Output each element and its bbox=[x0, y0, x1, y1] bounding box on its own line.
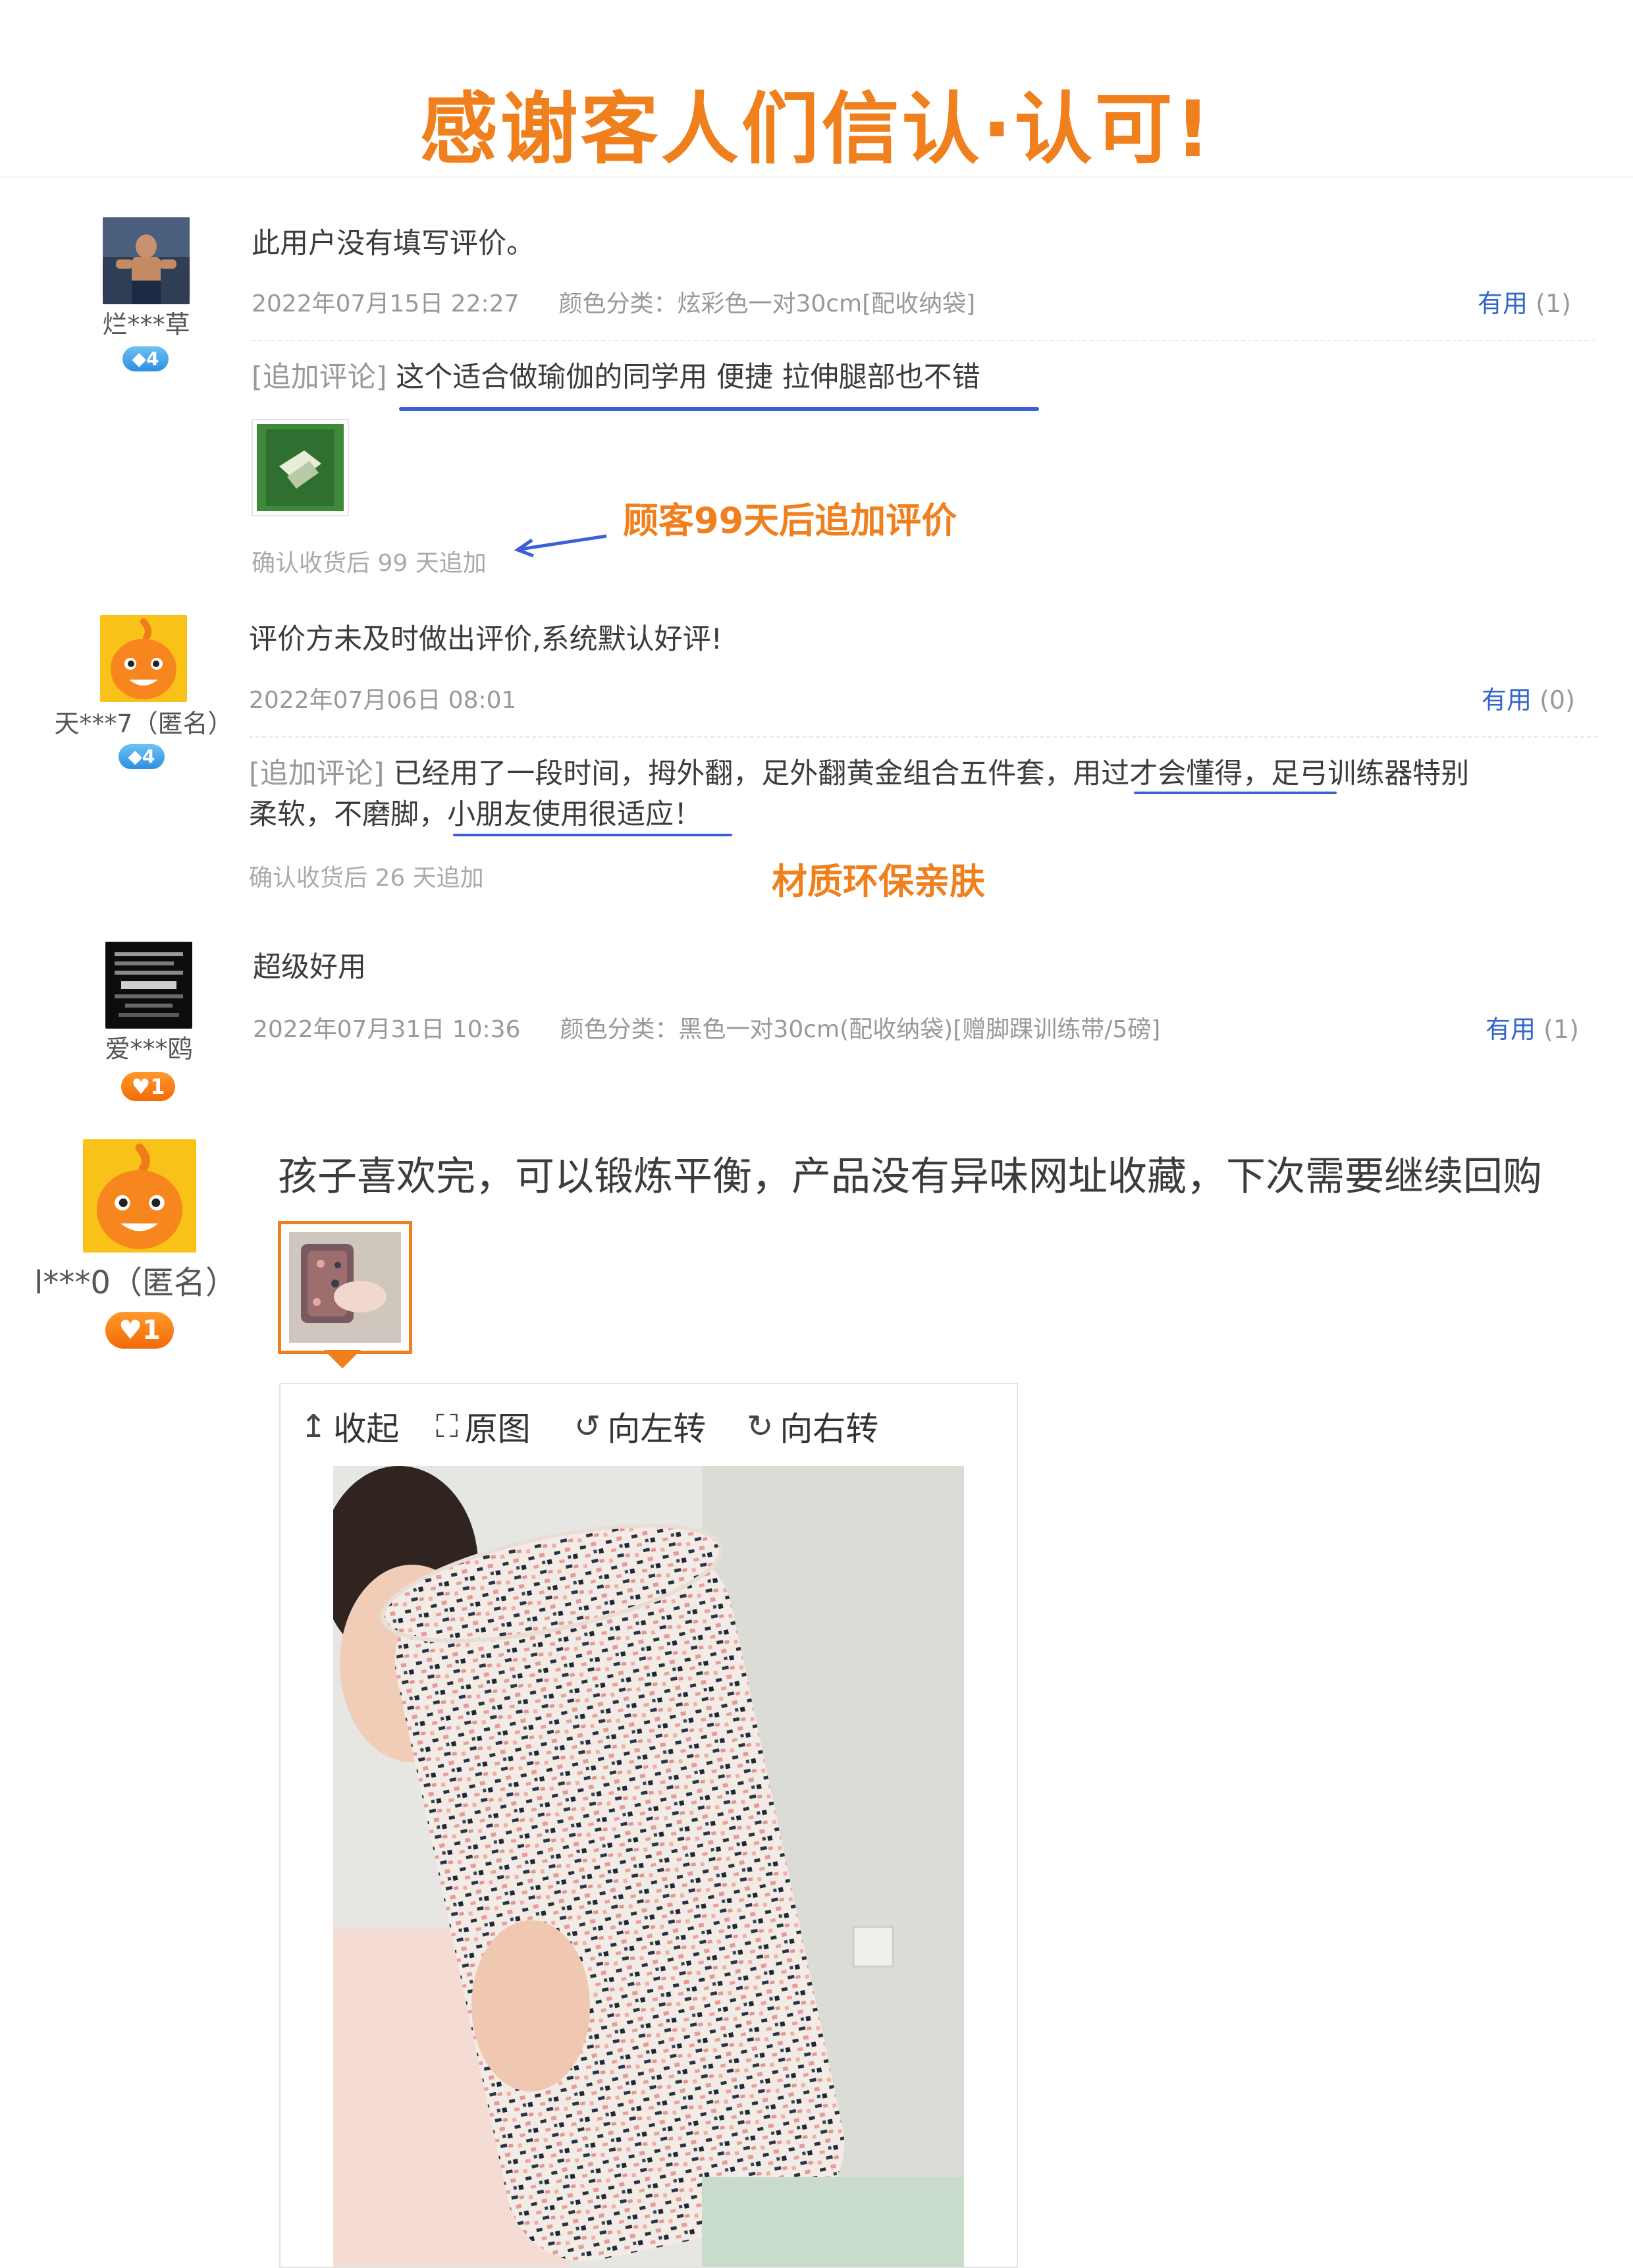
useful-button[interactable]: 有用 (1) bbox=[1486, 1009, 1579, 1045]
fullscreen-icon: ⛶ bbox=[436, 1407, 458, 1445]
heart-badge-icon: ♥1 bbox=[121, 1072, 175, 1101]
diamond-badge-icon: ◆4 bbox=[122, 346, 169, 371]
review-photo-thumbnail[interactable] bbox=[252, 419, 349, 516]
append-time-note: 确认收货后 26 天追加 bbox=[249, 865, 484, 892]
highlight-underline bbox=[453, 834, 732, 836]
heart-badge-icon: ♥1 bbox=[105, 1312, 174, 1349]
review-meta: 2022年07月15日 22:27 颜色分类：炫彩色一对30cm[配收纳袋] bbox=[252, 290, 976, 317]
append-comment: [追加评论] 已经用了一段时间，拇外翻，足外翻黄金组合五件套，用过才会懂得，足弓… bbox=[249, 757, 1470, 831]
rotate-left-icon: ↺ bbox=[574, 1408, 601, 1445]
annotation: 顾客99天后追加评价 bbox=[623, 500, 957, 541]
username[interactable]: l***0（匿名） bbox=[24, 1256, 248, 1303]
diamond-badge-icon: ◆4 bbox=[119, 744, 165, 769]
divider bbox=[252, 340, 1595, 341]
review-meta: 2022年07月06日 08:01 bbox=[249, 687, 517, 714]
review-text: 此用户没有填写评价。 bbox=[252, 227, 535, 260]
rotate-left-button[interactable]: ↺ 向左转 bbox=[574, 1403, 706, 1450]
divider bbox=[249, 736, 1597, 738]
username[interactable]: 天***7（匿名） bbox=[43, 703, 244, 740]
divider bbox=[0, 176, 1633, 178]
image-viewer: ↥ 收起 ⛶ 原图 ↺ 向左转 ↻ 向右转 bbox=[279, 1383, 1018, 2268]
avatar[interactable] bbox=[100, 615, 187, 702]
avatar[interactable] bbox=[105, 942, 192, 1029]
thumbnail-pointer bbox=[324, 1350, 361, 1368]
arrow-icon bbox=[514, 534, 607, 558]
highlight-underline bbox=[1134, 792, 1337, 794]
collapse-arrow-icon: ↥ bbox=[300, 1408, 327, 1445]
review-meta: 2022年07月31日 10:36 颜色分类：黑色一对30cm(配收纳袋)[赠脚踝… bbox=[253, 1016, 1161, 1043]
review-text: 超级好用 bbox=[253, 951, 366, 984]
append-comment: [追加评论] 这个适合做瑜伽的同学用 便捷 拉伸腿部也不错 bbox=[252, 361, 980, 394]
username[interactable]: 爱***鸥 bbox=[83, 1029, 215, 1065]
highlight-underline bbox=[399, 407, 1039, 411]
useful-button[interactable]: 有用 (1) bbox=[1478, 283, 1571, 319]
review-text: 评价方未及时做出评价,系统默认好评! bbox=[249, 623, 722, 656]
avatar[interactable] bbox=[103, 217, 190, 304]
username[interactable]: 烂***草 bbox=[80, 304, 212, 340]
original-image-button[interactable]: ⛶ 原图 bbox=[436, 1403, 531, 1450]
rotate-right-button[interactable]: ↻ 向右转 bbox=[747, 1403, 878, 1450]
review-photo-thumbnail[interactable] bbox=[278, 1221, 412, 1354]
review-photo-large bbox=[333, 1466, 964, 2267]
avatar[interactable] bbox=[83, 1139, 196, 1253]
annotation: 材质环保亲肤 bbox=[772, 861, 985, 902]
rotate-right-icon: ↻ bbox=[747, 1408, 774, 1445]
append-time-note: 确认收货后 99 天追加 bbox=[252, 550, 487, 577]
useful-button[interactable]: 有用 (0) bbox=[1482, 680, 1575, 716]
page-title: 感谢客人们信认·认可! bbox=[419, 84, 1214, 175]
review-text: 孩子喜欢完，可以锻炼平衡，产品没有异味网址收藏，下次需要继续回购 bbox=[278, 1154, 1542, 1200]
collapse-button[interactable]: ↥ 收起 bbox=[300, 1403, 399, 1450]
